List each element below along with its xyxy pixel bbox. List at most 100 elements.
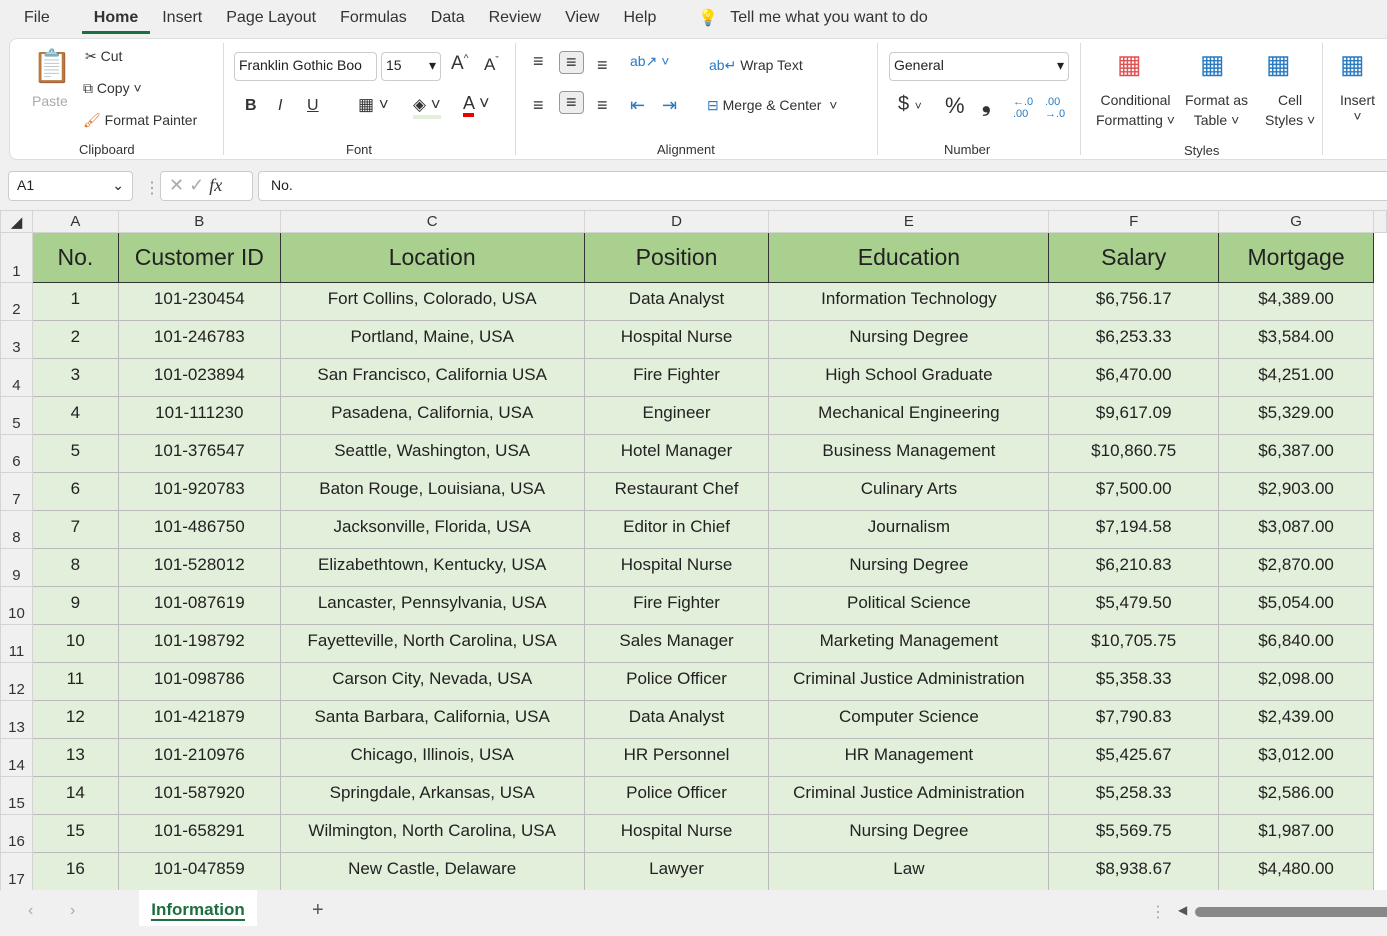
cell-f8[interactable]: $7,194.58 — [1048, 510, 1220, 549]
cell-a9[interactable]: 8 — [31, 548, 119, 587]
cell-a1[interactable]: No. — [31, 232, 119, 283]
increase-decimal-icon[interactable]: ←.0.00 — [1013, 96, 1033, 120]
cell-c5[interactable]: Pasadena, California, USA — [279, 396, 585, 435]
row-number[interactable]: 4 — [0, 358, 33, 397]
increase-indent-icon[interactable]: ⇥ — [662, 95, 677, 116]
scroll-left-icon[interactable]: ‹ — [28, 902, 33, 920]
align-right-icon[interactable]: ≡ — [597, 95, 608, 116]
column-header-b[interactable]: B — [117, 210, 281, 233]
cell-d8[interactable]: Editor in Chief — [583, 510, 770, 549]
cell-c13[interactable]: Santa Barbara, California, USA — [279, 700, 585, 739]
cell-g8[interactable]: $3,087.00 — [1218, 510, 1374, 549]
cell-a16[interactable]: 15 — [31, 814, 119, 853]
tab-help[interactable]: Help — [611, 9, 668, 27]
cell-e3[interactable]: Nursing Degree — [768, 320, 1050, 359]
cell-e8[interactable]: Journalism — [768, 510, 1050, 549]
cell-d17[interactable]: Lawyer — [583, 852, 770, 891]
cell-c15[interactable]: Springdale, Arkansas, USA — [279, 776, 585, 815]
cell-e6[interactable]: Business Management — [768, 434, 1050, 473]
cell-a13[interactable]: 12 — [31, 700, 119, 739]
cell-c14[interactable]: Chicago, Illinois, USA — [279, 738, 585, 777]
row-number[interactable]: 15 — [0, 776, 33, 815]
cell-d6[interactable]: Hotel Manager — [583, 434, 770, 473]
cell-d16[interactable]: Hospital Nurse — [583, 814, 770, 853]
empty-cell[interactable] — [1372, 662, 1387, 701]
empty-cell[interactable] — [1372, 852, 1387, 891]
row-number[interactable]: 17 — [0, 852, 33, 891]
cell-f17[interactable]: $8,938.67 — [1048, 852, 1220, 891]
cell-e2[interactable]: Information Technology — [768, 282, 1050, 321]
decrease-font-icon[interactable]: Aˇ — [484, 55, 499, 75]
empty-cell[interactable] — [1372, 548, 1387, 587]
row-number[interactable]: 5 — [0, 396, 33, 435]
empty-cell[interactable] — [1372, 320, 1387, 359]
font-size-dropdown[interactable]: 15 ▾ — [381, 52, 441, 81]
cell-d10[interactable]: Fire Fighter — [583, 586, 770, 625]
cell-c17[interactable]: New Castle, Delaware — [279, 852, 585, 891]
cell-b11[interactable]: 101-198792 — [117, 624, 281, 663]
cancel-icon[interactable]: ✕ — [169, 175, 184, 195]
enter-icon[interactable]: ✓ — [189, 175, 204, 195]
insert-cells-button[interactable]: Insert ˅ — [1340, 92, 1375, 124]
orientation-icon[interactable]: ab↗ ˅ — [630, 53, 669, 70]
cell-a8[interactable]: 7 — [31, 510, 119, 549]
cell-b5[interactable]: 101-111230 — [117, 396, 281, 435]
cell-f14[interactable]: $5,425.67 — [1048, 738, 1220, 777]
font-color-icon[interactable]: A ˅ — [463, 93, 490, 117]
horizontal-scrollbar[interactable] — [1195, 907, 1387, 917]
cell-d3[interactable]: Hospital Nurse — [583, 320, 770, 359]
cell-d11[interactable]: Sales Manager — [583, 624, 770, 663]
align-middle-icon[interactable]: ≡ — [559, 51, 584, 74]
align-left-icon[interactable]: ≡ — [533, 95, 544, 116]
empty-cell[interactable] — [1372, 700, 1387, 739]
cell-c9[interactable]: Elizabethtown, Kentucky, USA — [279, 548, 585, 587]
row-number[interactable]: 13 — [0, 700, 33, 739]
cell-c16[interactable]: Wilmington, North Carolina, USA — [279, 814, 585, 853]
italic-button[interactable]: I — [278, 97, 282, 115]
decrease-decimal-icon[interactable]: .00 →.0 — [1045, 96, 1065, 120]
select-all-corner[interactable]: ◢ — [0, 210, 33, 233]
row-number[interactable]: 1 — [0, 232, 33, 283]
cell-b3[interactable]: 101-246783 — [117, 320, 281, 359]
cell-d9[interactable]: Hospital Nurse — [583, 548, 770, 587]
cell-d13[interactable]: Data Analyst — [583, 700, 770, 739]
cell-c6[interactable]: Seattle, Washington, USA — [279, 434, 585, 473]
tab-data[interactable]: Data — [419, 9, 477, 27]
cell-e14[interactable]: HR Management — [768, 738, 1050, 777]
cell-f7[interactable]: $7,500.00 — [1048, 472, 1220, 511]
cell-d5[interactable]: Engineer — [583, 396, 770, 435]
format-as-table-button[interactable]: Format as Table ˅ — [1185, 90, 1248, 130]
cell-b8[interactable]: 101-486750 — [117, 510, 281, 549]
conditional-formatting-button[interactable]: Conditional Formatting ˅ — [1096, 90, 1175, 130]
font-name-dropdown[interactable]: Franklin Gothic Boo — [234, 52, 377, 81]
empty-cell[interactable] — [1372, 434, 1387, 473]
number-format-dropdown[interactable]: General ▾ — [889, 52, 1069, 81]
cell-e10[interactable]: Political Science — [768, 586, 1050, 625]
hscroll-left-icon[interactable]: ◀ — [1178, 903, 1187, 917]
row-number[interactable]: 11 — [0, 624, 33, 663]
formula-input[interactable]: No. — [258, 171, 1387, 201]
row-number[interactable]: 14 — [0, 738, 33, 777]
currency-button[interactable]: $ ˅ — [898, 93, 922, 116]
cell-g15[interactable]: $2,586.00 — [1218, 776, 1374, 815]
wrap-text-button[interactable]: ab↵ Wrap Text — [709, 57, 803, 74]
increase-font-icon[interactable]: A^ — [451, 53, 468, 75]
cell-a7[interactable]: 6 — [31, 472, 119, 511]
cell-a10[interactable]: 9 — [31, 586, 119, 625]
cell-c10[interactable]: Lancaster, Pennsylvania, USA — [279, 586, 585, 625]
cell-g14[interactable]: $3,012.00 — [1218, 738, 1374, 777]
cell-d1[interactable]: Position — [583, 232, 770, 283]
cell-a4[interactable]: 3 — [31, 358, 119, 397]
cell-f9[interactable]: $6,210.83 — [1048, 548, 1220, 587]
cell-g11[interactable]: $6,840.00 — [1218, 624, 1374, 663]
cell-b2[interactable]: 101-230454 — [117, 282, 281, 321]
cell-a2[interactable]: 1 — [31, 282, 119, 321]
cell-a6[interactable]: 5 — [31, 434, 119, 473]
cell-e1[interactable]: Education — [768, 232, 1050, 283]
cell-f3[interactable]: $6,253.33 — [1048, 320, 1220, 359]
cell-f5[interactable]: $9,617.09 — [1048, 396, 1220, 435]
cut-button[interactable]: ✂ Cut — [85, 48, 122, 65]
cell-d4[interactable]: Fire Fighter — [583, 358, 770, 397]
fx-icon[interactable]: fx — [209, 175, 222, 195]
cell-b14[interactable]: 101-210976 — [117, 738, 281, 777]
